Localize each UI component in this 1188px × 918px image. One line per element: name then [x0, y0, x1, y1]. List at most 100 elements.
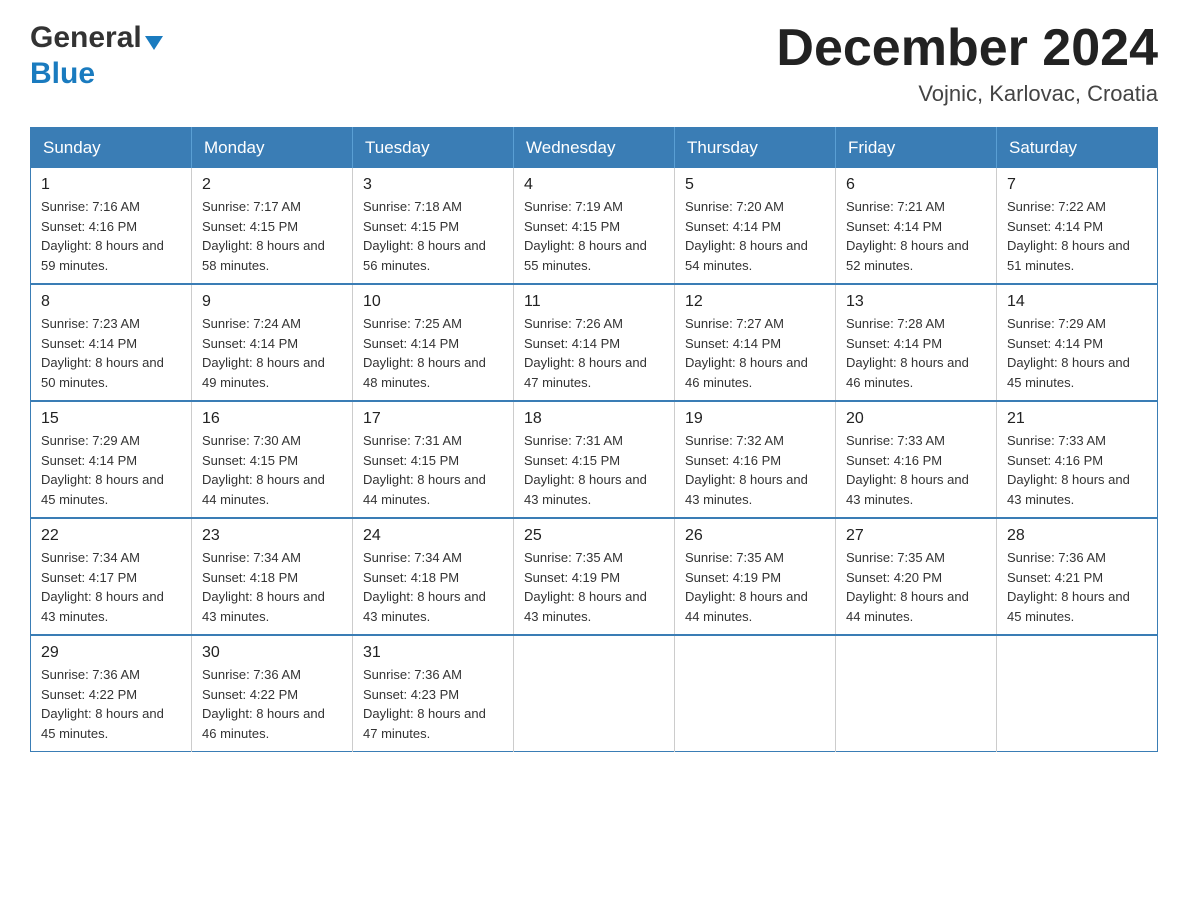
day-number: 5	[685, 176, 825, 194]
day-number: 9	[202, 293, 342, 311]
calendar-cell: 4 Sunrise: 7:19 AMSunset: 4:15 PMDaylight…	[514, 168, 675, 284]
logo-arrow-icon	[145, 36, 163, 50]
day-number: 8	[41, 293, 181, 311]
calendar-cell: 5 Sunrise: 7:20 AMSunset: 4:14 PMDaylight…	[675, 168, 836, 284]
calendar-header-sunday: Sunday	[31, 128, 192, 169]
day-info: Sunrise: 7:32 AMSunset: 4:16 PMDaylight:…	[685, 433, 808, 507]
day-info: Sunrise: 7:36 AMSunset: 4:22 PMDaylight:…	[41, 667, 164, 741]
calendar-cell: 29 Sunrise: 7:36 AMSunset: 4:22 PMDayligh…	[31, 635, 192, 752]
calendar-cell: 21Sunrise: 7:33 AMSunset: 4:16 PMDayligh…	[997, 401, 1158, 518]
calendar-cell: 14 Sunrise: 7:29 AMSunset: 4:14 PMDayligh…	[997, 284, 1158, 401]
calendar-cell	[997, 635, 1158, 752]
calendar-cell: 7Sunrise: 7:22 AMSunset: 4:14 PMDaylight…	[997, 168, 1158, 284]
day-info: Sunrise: 7:34 AMSunset: 4:17 PMDaylight:…	[41, 550, 164, 624]
calendar-header-thursday: Thursday	[675, 128, 836, 169]
day-number: 12	[685, 293, 825, 311]
calendar-cell: 16 Sunrise: 7:30 AMSunset: 4:15 PMDayligh…	[192, 401, 353, 518]
calendar-cell: 30 Sunrise: 7:36 AMSunset: 4:22 PMDayligh…	[192, 635, 353, 752]
logo-general-line: General	[30, 20, 163, 56]
calendar-cell: 1Sunrise: 7:16 AMSunset: 4:16 PMDaylight…	[31, 168, 192, 284]
day-number: 30	[202, 644, 342, 662]
calendar-cell: 25 Sunrise: 7:35 AMSunset: 4:19 PMDayligh…	[514, 518, 675, 635]
day-info: Sunrise: 7:19 AMSunset: 4:15 PMDaylight:…	[524, 199, 647, 273]
day-info: Sunrise: 7:27 AMSunset: 4:14 PMDaylight:…	[685, 316, 808, 390]
day-info: Sunrise: 7:29 AMSunset: 4:14 PMDaylight:…	[1007, 316, 1130, 390]
calendar-cell: 3 Sunrise: 7:18 AMSunset: 4:15 PMDaylight…	[353, 168, 514, 284]
day-info: Sunrise: 7:35 AMSunset: 4:20 PMDaylight:…	[846, 550, 969, 624]
day-number: 14	[1007, 293, 1147, 311]
calendar-cell: 17Sunrise: 7:31 AMSunset: 4:15 PMDayligh…	[353, 401, 514, 518]
calendar-cell: 24 Sunrise: 7:34 AMSunset: 4:18 PMDayligh…	[353, 518, 514, 635]
day-info: Sunrise: 7:20 AMSunset: 4:14 PMDaylight:…	[685, 199, 808, 273]
day-info: Sunrise: 7:30 AMSunset: 4:15 PMDaylight:…	[202, 433, 325, 507]
calendar-table: SundayMondayTuesdayWednesdayThursdayFrid…	[30, 127, 1158, 752]
day-number: 24	[363, 527, 503, 545]
day-info: Sunrise: 7:36 AMSunset: 4:21 PMDaylight:…	[1007, 550, 1130, 624]
day-number: 25	[524, 527, 664, 545]
day-info: Sunrise: 7:35 AMSunset: 4:19 PMDaylight:…	[524, 550, 647, 624]
month-title: December 2024	[776, 20, 1158, 77]
calendar-cell: 12 Sunrise: 7:27 AMSunset: 4:14 PMDayligh…	[675, 284, 836, 401]
day-info: Sunrise: 7:26 AMSunset: 4:14 PMDaylight:…	[524, 316, 647, 390]
calendar-header-tuesday: Tuesday	[353, 128, 514, 169]
day-number: 2	[202, 176, 342, 194]
day-number: 20	[846, 410, 986, 428]
logo: General Blue	[30, 20, 163, 92]
day-info: Sunrise: 7:29 AMSunset: 4:14 PMDaylight:…	[41, 433, 164, 507]
day-info: Sunrise: 7:28 AMSunset: 4:14 PMDaylight:…	[846, 316, 969, 390]
day-info: Sunrise: 7:25 AMSunset: 4:14 PMDaylight:…	[363, 316, 486, 390]
calendar-cell: 18Sunrise: 7:31 AMSunset: 4:15 PMDayligh…	[514, 401, 675, 518]
calendar-cell: 31 Sunrise: 7:36 AMSunset: 4:23 PMDayligh…	[353, 635, 514, 752]
day-info: Sunrise: 7:22 AMSunset: 4:14 PMDaylight:…	[1007, 199, 1130, 273]
calendar-cell: 28 Sunrise: 7:36 AMSunset: 4:21 PMDayligh…	[997, 518, 1158, 635]
day-number: 4	[524, 176, 664, 194]
day-number: 31	[363, 644, 503, 662]
day-number: 16	[202, 410, 342, 428]
day-info: Sunrise: 7:36 AMSunset: 4:22 PMDaylight:…	[202, 667, 325, 741]
day-number: 27	[846, 527, 986, 545]
day-number: 3	[363, 176, 503, 194]
calendar-cell: 9 Sunrise: 7:24 AMSunset: 4:14 PMDaylight…	[192, 284, 353, 401]
day-number: 29	[41, 644, 181, 662]
day-info: Sunrise: 7:34 AMSunset: 4:18 PMDaylight:…	[363, 550, 486, 624]
calendar-cell	[836, 635, 997, 752]
calendar-cell: 6Sunrise: 7:21 AMSunset: 4:14 PMDaylight…	[836, 168, 997, 284]
day-info: Sunrise: 7:17 AMSunset: 4:15 PMDaylight:…	[202, 199, 325, 273]
day-number: 26	[685, 527, 825, 545]
day-info: Sunrise: 7:31 AMSunset: 4:15 PMDaylight:…	[524, 433, 647, 507]
calendar-cell: 20Sunrise: 7:33 AMSunset: 4:16 PMDayligh…	[836, 401, 997, 518]
day-number: 19	[685, 410, 825, 428]
calendar-cell: 11Sunrise: 7:26 AMSunset: 4:14 PMDayligh…	[514, 284, 675, 401]
day-number: 1	[41, 176, 181, 194]
day-number: 15	[41, 410, 181, 428]
day-info: Sunrise: 7:24 AMSunset: 4:14 PMDaylight:…	[202, 316, 325, 390]
logo-blue-line: Blue	[30, 56, 163, 92]
day-info: Sunrise: 7:18 AMSunset: 4:15 PMDaylight:…	[363, 199, 486, 273]
calendar-cell: 23Sunrise: 7:34 AMSunset: 4:18 PMDayligh…	[192, 518, 353, 635]
day-number: 21	[1007, 410, 1147, 428]
day-info: Sunrise: 7:23 AMSunset: 4:14 PMDaylight:…	[41, 316, 164, 390]
calendar-cell: 27 Sunrise: 7:35 AMSunset: 4:20 PMDayligh…	[836, 518, 997, 635]
title-section: December 2024 Vojnic, Karlovac, Croatia	[776, 20, 1158, 107]
calendar-cell: 22Sunrise: 7:34 AMSunset: 4:17 PMDayligh…	[31, 518, 192, 635]
page-header: General Blue December 2024 Vojnic, Karlo…	[30, 20, 1158, 107]
calendar-cell	[514, 635, 675, 752]
calendar-cell: 19 Sunrise: 7:32 AMSunset: 4:16 PMDayligh…	[675, 401, 836, 518]
calendar-header-wednesday: Wednesday	[514, 128, 675, 169]
calendar-header-monday: Monday	[192, 128, 353, 169]
day-number: 6	[846, 176, 986, 194]
day-info: Sunrise: 7:35 AMSunset: 4:19 PMDaylight:…	[685, 550, 808, 624]
location-title: Vojnic, Karlovac, Croatia	[776, 81, 1158, 107]
day-number: 13	[846, 293, 986, 311]
calendar-cell: 13 Sunrise: 7:28 AMSunset: 4:14 PMDayligh…	[836, 284, 997, 401]
calendar-header-friday: Friday	[836, 128, 997, 169]
calendar-cell: 8 Sunrise: 7:23 AMSunset: 4:14 PMDaylight…	[31, 284, 192, 401]
calendar-cell: 26 Sunrise: 7:35 AMSunset: 4:19 PMDayligh…	[675, 518, 836, 635]
day-number: 28	[1007, 527, 1147, 545]
day-number: 10	[363, 293, 503, 311]
day-info: Sunrise: 7:34 AMSunset: 4:18 PMDaylight:…	[202, 550, 325, 624]
day-number: 17	[363, 410, 503, 428]
calendar-cell: 10 Sunrise: 7:25 AMSunset: 4:14 PMDayligh…	[353, 284, 514, 401]
day-info: Sunrise: 7:36 AMSunset: 4:23 PMDaylight:…	[363, 667, 486, 741]
calendar-cell: 2 Sunrise: 7:17 AMSunset: 4:15 PMDaylight…	[192, 168, 353, 284]
